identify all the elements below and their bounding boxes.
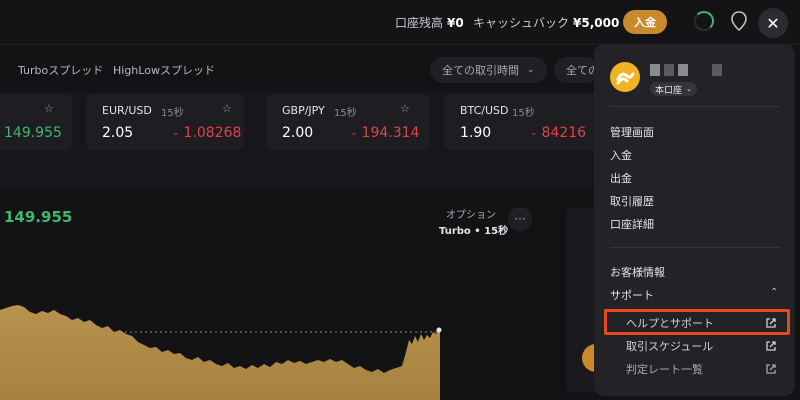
close-button[interactable]: ✕ <box>758 8 788 38</box>
ticker-rate: ⌄ 1.08268 <box>172 125 241 141</box>
submenu-item-rate-list[interactable]: 判定レート一覧 <box>626 361 703 377</box>
ticker-rate: ⌄ 194.314 <box>350 125 419 141</box>
chevron-down-icon: ⌄ <box>527 65 535 75</box>
ticker-rate-value: 84216 <box>541 125 587 141</box>
balance-value: ¥0 <box>447 16 464 30</box>
menu-item-withdraw[interactable]: 出金 <box>610 170 632 186</box>
masked-name-block <box>712 64 722 76</box>
highlight-box <box>604 309 790 335</box>
ticker-rate-value: 1.08268 <box>183 125 242 141</box>
ticker-payout: 2.05 <box>102 125 134 141</box>
menu-item-trade-history[interactable]: 取引履歴 <box>610 193 654 209</box>
balance-label: 口座残高 <box>395 16 444 30</box>
cashback-label: キャッシュバック <box>473 16 570 30</box>
favorite-star-icon[interactable]: ☆ <box>400 102 410 115</box>
external-link-icon <box>766 364 776 374</box>
ticker-rate-value: 194.314 <box>361 125 420 141</box>
tab-turbo-spread[interactable]: Turboスプレッド <box>18 62 103 78</box>
ticker-duration: 15秒 <box>334 108 357 119</box>
arrow-down-icon: ⌄ <box>530 128 538 138</box>
user-name-masked <box>650 64 722 76</box>
menu-item-dashboard[interactable]: 管理画面 <box>610 124 654 140</box>
price-area <box>0 305 440 400</box>
timer-icon[interactable] <box>694 11 714 31</box>
current-price: 149.955 <box>4 208 73 226</box>
favorite-star-icon[interactable]: ☆ <box>222 102 232 115</box>
ticker-card-gbpjpy[interactable]: GBP/JPY 15秒 ☆ 2.00 ⌄ 194.314 <box>266 94 430 150</box>
brand-mark-icon <box>616 72 635 85</box>
account-type-value: 本口座 <box>655 85 683 96</box>
account-menu: 本口座 ⌄ 管理画面 入金 出金 取引履歴 口座詳細 お客様情報 サポート ⌃ ヘ… <box>594 44 795 396</box>
ticker-payout: 2.00 <box>282 125 314 141</box>
ticker-card-usdjpy[interactable]: ☆ 149.955 <box>0 94 72 150</box>
masked-name-block <box>664 64 674 76</box>
submenu-item-trade-schedule[interactable]: 取引スケジュール <box>626 338 713 354</box>
account-type-select[interactable]: 本口座 ⌄ <box>650 82 697 96</box>
deposit-button[interactable]: 入金 <box>623 10 667 34</box>
asset-filter-select[interactable]: 全ての <box>554 57 599 83</box>
cashback: キャッシュバック ¥5,000 <box>473 14 619 31</box>
chevron-up-icon[interactable]: ⌃ <box>770 287 778 298</box>
arrow-down-icon: ⌄ <box>350 128 358 138</box>
ticker-symbol: GBP/JPY <box>282 104 325 117</box>
menu-item-deposit[interactable]: 入金 <box>610 147 632 163</box>
ticker-payout: 1.90 <box>460 125 492 141</box>
ticker-symbol: EUR/USD <box>102 104 152 117</box>
account-balance: 口座残高 ¥0 <box>395 14 464 31</box>
ticker-card-eurusd[interactable]: EUR/USD 15秒 ☆ 2.05 ⌄ 1.08268 <box>86 94 244 150</box>
notification-icon[interactable] <box>729 10 749 32</box>
ticker-rate: ⌄ 84216 <box>530 125 586 141</box>
masked-name-block <box>650 64 660 76</box>
masked-name-block <box>678 64 688 76</box>
menu-item-account-details[interactable]: 口座詳細 <box>610 216 654 232</box>
chevron-down-icon: ⌄ <box>686 85 692 93</box>
more-options-button[interactable]: ··· <box>508 207 532 231</box>
current-price-marker <box>436 327 442 333</box>
option-label: オプション <box>446 210 496 221</box>
menu-item-support[interactable]: サポート <box>610 287 654 303</box>
favorite-star-icon[interactable]: ☆ <box>44 102 54 115</box>
ticker-card-btcusd[interactable]: BTC/USD 15秒 1.90 ⌄ 84216 <box>444 94 600 150</box>
option-type: Turbo • 15秒 <box>439 226 509 237</box>
trading-time-select[interactable]: 全ての取引時間 ⌄ <box>430 57 547 83</box>
arrow-down-icon: ⌄ <box>172 128 180 138</box>
trading-time-select-value: 全ての取引時間 <box>442 64 519 77</box>
menu-divider <box>610 247 780 248</box>
ticker-duration: 15秒 <box>512 108 535 119</box>
tab-highlow-spread[interactable]: HighLowスプレッド <box>113 62 215 78</box>
menu-divider <box>610 106 780 107</box>
ticker-duration: 15秒 <box>161 108 184 119</box>
price-chart <box>0 305 442 400</box>
ticker-rate: 149.955 <box>4 125 62 141</box>
external-link-icon <box>766 341 776 351</box>
menu-item-customer-info[interactable]: お客様情報 <box>610 264 665 280</box>
ticker-symbol: BTC/USD <box>460 104 509 117</box>
brand-logo-icon <box>610 62 640 92</box>
cashback-value: ¥5,000 <box>573 16 620 30</box>
